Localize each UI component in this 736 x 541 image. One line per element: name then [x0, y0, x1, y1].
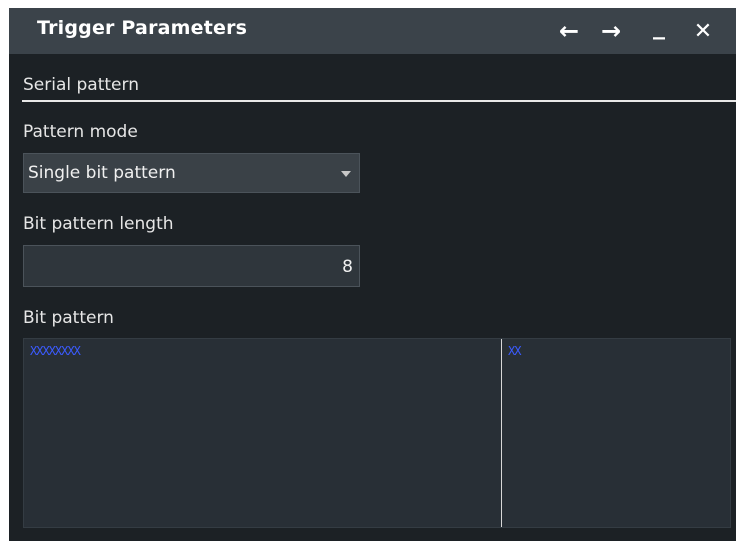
pattern-mode-value: Single bit pattern: [28, 163, 176, 183]
bit-pattern-binary[interactable]: XXXXXXXX: [30, 344, 81, 358]
pattern-mode-dropdown[interactable]: Single bit pattern: [23, 153, 360, 193]
bit-pattern-length-field[interactable]: 8: [23, 245, 360, 287]
forward-arrow-icon[interactable]: →: [595, 15, 627, 47]
bit-pattern-length-label: Bit pattern length: [23, 214, 174, 234]
section-title: Serial pattern: [23, 75, 139, 95]
minimize-icon[interactable]: _: [643, 10, 675, 42]
title-bar: Trigger Parameters ← → _ ✕: [9, 8, 736, 54]
dialog-title: Trigger Parameters: [37, 17, 248, 39]
bit-pattern-editor[interactable]: XXXXXXXX XX: [23, 338, 731, 528]
bit-pattern-length-value: 8: [342, 257, 353, 277]
close-icon[interactable]: ✕: [687, 15, 719, 47]
chevron-down-icon: [341, 171, 351, 177]
pattern-mode-label: Pattern mode: [23, 122, 138, 142]
bit-pattern-label: Bit pattern: [23, 308, 114, 328]
bit-pattern-hex[interactable]: XX: [508, 344, 521, 358]
trigger-parameters-dialog: Trigger Parameters ← → _ ✕ Serial patter…: [9, 8, 736, 541]
pattern-divider: [501, 339, 502, 527]
section-divider: [22, 100, 736, 102]
back-arrow-icon[interactable]: ←: [553, 15, 585, 47]
